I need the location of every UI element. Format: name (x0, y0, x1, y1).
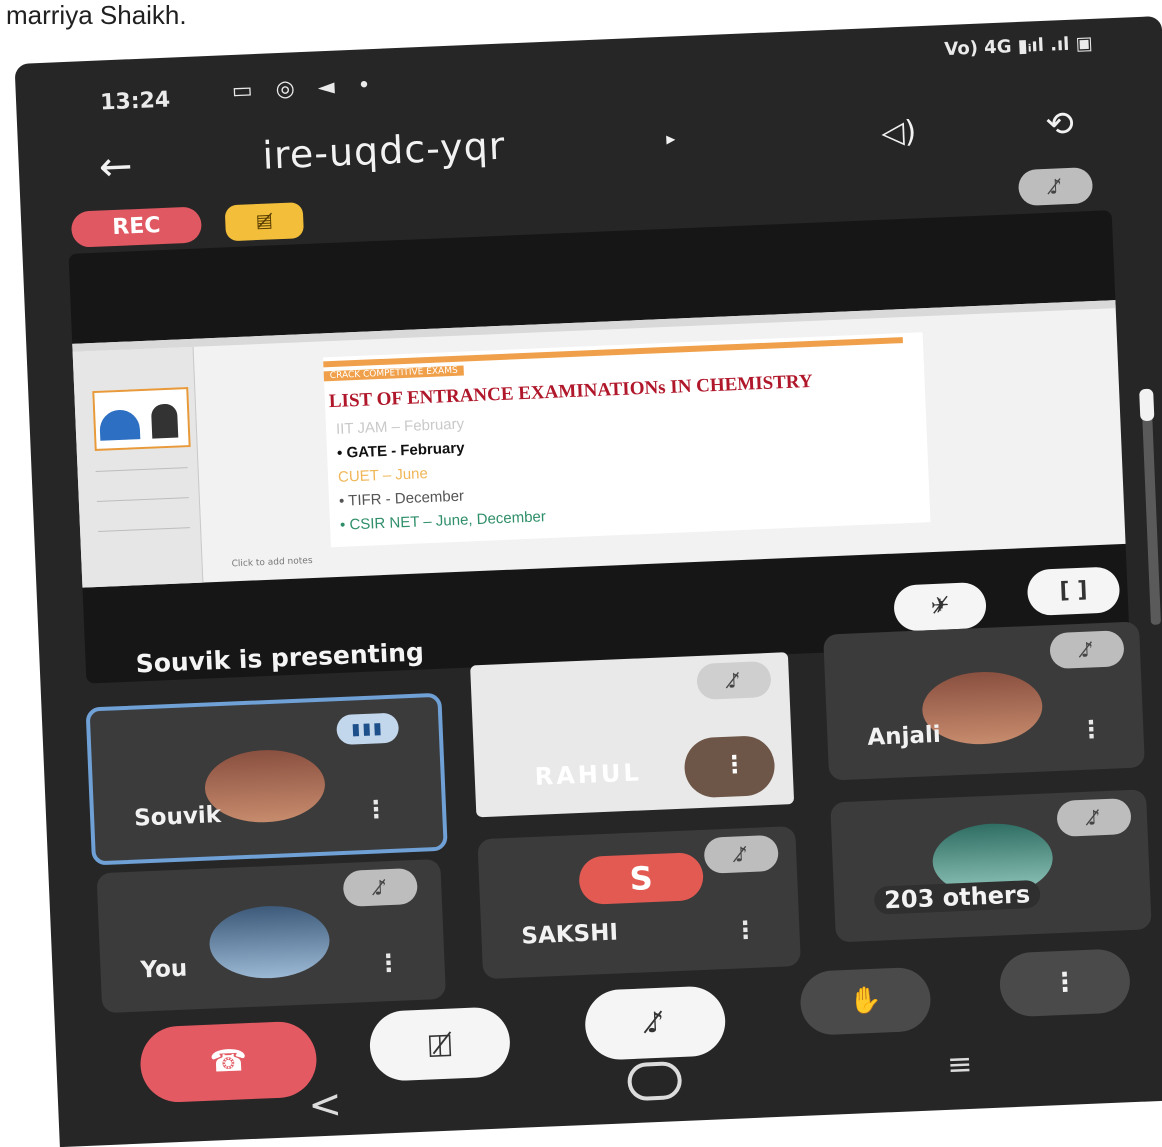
slide-notes: Click to add notes (231, 555, 313, 570)
mic-off-icon: ♪̸ (1056, 797, 1132, 838)
participant-tile-souvik[interactable]: ▮▮▮ Souvik ⋮ (85, 692, 448, 866)
avatar (203, 747, 327, 825)
status-time: 13:24 (99, 87, 171, 116)
more-options-icon[interactable]: ⋮ (733, 916, 758, 945)
thumbnail-divider (95, 467, 188, 472)
photo-caption: marriya Shaikh. (6, 0, 187, 30)
slide-accent-bar (323, 337, 903, 368)
thumbnail-divider (96, 497, 189, 502)
slide-bullet: • CSIR NET – June, December (339, 508, 547, 534)
slide-bullet: • GATE - February (336, 439, 465, 462)
signal-battery-icons: Vo) 4G ▮ᵢıl .ıl ▣ (943, 32, 1094, 61)
initial-avatar: S (578, 851, 705, 906)
speaker-icon[interactable]: ◁) (881, 114, 917, 150)
mic-off-icon: ♪̸ (703, 834, 779, 874)
unpin-icon[interactable]: ✈̸ (893, 581, 987, 632)
slide-bullet: IIT JAM – February (335, 415, 465, 438)
thumbnail-divider (98, 527, 191, 532)
thumbnail-person (150, 403, 179, 439)
recording-badge: REC (70, 206, 203, 248)
raise-hand-button[interactable]: ✋ (799, 966, 932, 1036)
mic-off-icon: ♪̸ (1049, 630, 1125, 670)
notification-icons: ▭ ◎ ◄ • (231, 72, 380, 104)
avatar (208, 903, 331, 981)
nav-home-icon[interactable] (626, 1061, 683, 1102)
participant-tile-others[interactable]: ♪̸ 203 others (830, 789, 1152, 943)
scrollbar-thumb[interactable] (1139, 388, 1155, 422)
camera-switch-icon[interactable]: ⟲ (1045, 104, 1075, 145)
participant-tile-sakshi[interactable]: ♪̸ S SAKSHI ⋮ (477, 826, 801, 980)
speaking-indicator-icon: ▮▮▮ (336, 712, 400, 746)
caret-right-icon[interactable]: ▸ (666, 128, 676, 149)
more-options-icon[interactable]: ⋮ (376, 949, 401, 978)
fullscreen-icon[interactable]: [ ] (1026, 566, 1121, 617)
more-options-icon[interactable]: ⋮ (363, 795, 388, 824)
others-count: 203 others (873, 879, 1041, 915)
shared-slide: CRACK COMPETITIVE EXAMS LIST OF ENTRANCE… (72, 300, 1126, 588)
video-overlay-text: RAHUL (534, 758, 643, 791)
meeting-code[interactable]: ire-uqdc-yqr (262, 124, 507, 178)
participant-tile-anjali[interactable]: ♪̸ Anjali ⋮ (823, 621, 1145, 781)
participant-name: Anjali (866, 721, 942, 751)
more-options-button[interactable]: ⋮ (998, 948, 1132, 1018)
slide-canvas: CRACK COMPETITIVE EXAMS LIST OF ENTRANCE… (323, 332, 931, 548)
mic-off-icon: ♪̸ (696, 660, 772, 700)
slide-thumbnail (92, 387, 191, 452)
slide-bullet: CUET – June (337, 465, 429, 486)
slide-banner: CRACK COMPETITIVE EXAMS (323, 365, 464, 382)
participant-name: Souvik (133, 802, 222, 832)
mic-off-icon: ♪̸ (342, 867, 419, 907)
thumbnail-figure (99, 409, 141, 441)
slide-bullet: • TIFR - December (338, 487, 465, 510)
participant-name: SAKSHI (520, 919, 619, 950)
captions-off-icon: ▤̸ (224, 202, 305, 242)
presenter-mic-off-icon: ♪̸ (1017, 167, 1094, 207)
back-arrow-icon[interactable]: ← (98, 143, 133, 190)
nav-back-icon[interactable]: < (307, 1081, 342, 1128)
participant-video-rahul[interactable]: ♪̸ RAHUL ⋮ (470, 652, 795, 818)
scrollbar-track[interactable] (1141, 388, 1161, 625)
slide-thumbnails (72, 346, 204, 588)
phone-screen: 13:24 ▭ ◎ ◄ • Vo) 4G ▮ᵢıl .ıl ▣ ← ire-uq… (14, 15, 1162, 1147)
participant-name: You (140, 955, 188, 984)
mic-off-button[interactable]: ♪̸ (583, 985, 727, 1061)
nav-recents-icon[interactable]: ≡ (947, 1047, 974, 1083)
more-options-icon[interactable]: ⋮ (1079, 715, 1104, 744)
more-options-icon[interactable]: ⋮ (722, 750, 747, 779)
